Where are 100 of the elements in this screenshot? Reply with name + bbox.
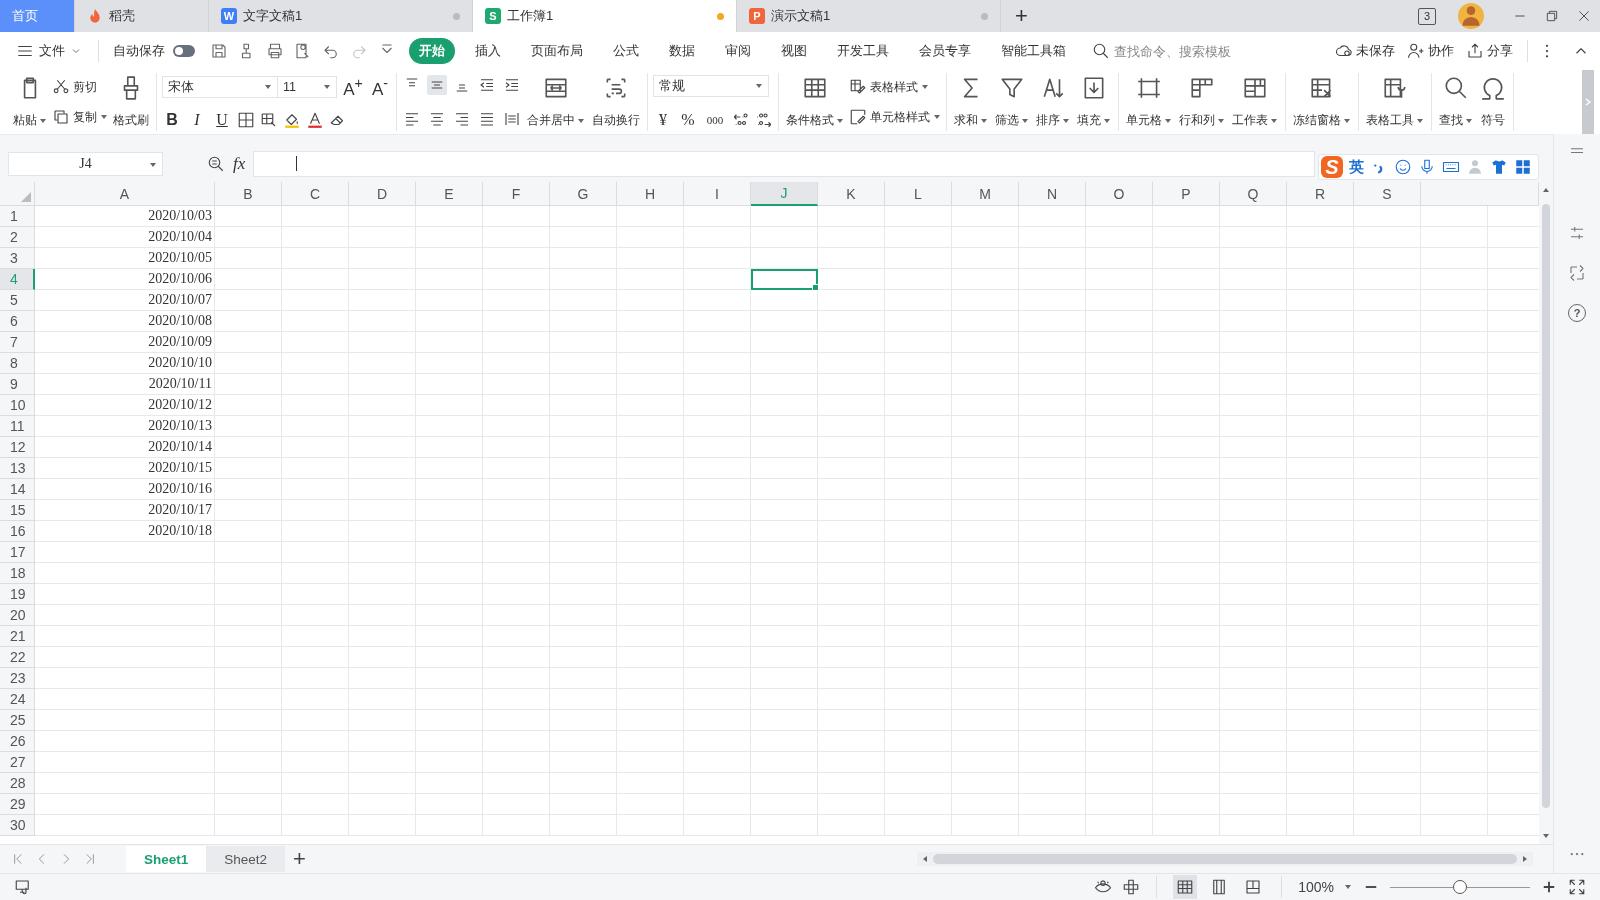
row-header[interactable]: 2 — [0, 227, 35, 248]
cell-style-button[interactable]: 单元格样式 — [849, 105, 941, 129]
fill-color-icon[interactable] — [283, 111, 301, 129]
row-header[interactable]: 24 — [0, 689, 35, 710]
fullscreen-icon[interactable] — [1568, 878, 1586, 896]
conditional-format-button[interactable]: 条件格式 — [784, 75, 846, 129]
document-tab[interactable]: 稻壳 — [75, 0, 209, 32]
row-header[interactable]: 11 — [0, 416, 35, 437]
currency-button[interactable]: ¥ — [653, 111, 673, 129]
row-header[interactable]: 26 — [0, 731, 35, 752]
sheet-tab[interactable]: Sheet2 — [206, 846, 286, 872]
save-icon[interactable] — [210, 42, 228, 60]
row-header[interactable]: 3 — [0, 248, 35, 269]
wrap-text-button[interactable]: 自动换行 — [590, 75, 642, 129]
formula-input-field[interactable] — [253, 150, 1315, 177]
ribbon-button[interactable]: 填充 — [1075, 75, 1113, 129]
smiley-icon[interactable] — [1394, 158, 1412, 176]
row-header[interactable]: 21 — [0, 626, 35, 647]
ribbon-button[interactable]: 排序 — [1034, 75, 1072, 129]
restore-icon[interactable] — [1544, 8, 1560, 24]
scroll-right-icon[interactable] — [1521, 855, 1529, 863]
ribbon-tab[interactable]: 数据 — [659, 38, 705, 64]
ribbon-tab[interactable]: 插入 — [465, 38, 511, 64]
zoom-level[interactable]: 100% — [1298, 879, 1334, 895]
increase-font-button[interactable]: A$^{+}$ — [342, 75, 364, 100]
row-header[interactable]: 6 — [0, 311, 35, 332]
selected-cell[interactable] — [751, 269, 818, 290]
row-header[interactable]: 19 — [0, 584, 35, 605]
close-icon[interactable] — [1576, 8, 1592, 24]
document-tab[interactable]: S 工作簿1 — [473, 0, 737, 32]
crosshair-icon[interactable] — [1122, 878, 1141, 896]
zoom-icon[interactable] — [207, 154, 225, 173]
ribbon-tab[interactable]: 智能工具箱 — [991, 38, 1076, 64]
row-header[interactable]: 28 — [0, 773, 35, 794]
command-search-field[interactable]: 查找命令、搜索模板 — [1092, 42, 1292, 60]
cell-pattern-icon[interactable] — [260, 111, 278, 129]
slider-thumb[interactable] — [1453, 880, 1467, 894]
caret-icon[interactable] — [1344, 883, 1352, 891]
row-header[interactable]: 1 — [0, 206, 35, 227]
row-header[interactable]: 10 — [0, 395, 35, 416]
cut-button[interactable]: 剪切 — [52, 75, 108, 99]
shirt-icon[interactable] — [1490, 158, 1508, 176]
copy-button[interactable]: 复制 — [52, 105, 108, 129]
toolbar-button[interactable]: 未保存 — [1335, 42, 1395, 60]
row-header[interactable]: 9 — [0, 374, 35, 395]
row-header[interactable]: 7 — [0, 332, 35, 353]
percent-button[interactable]: % — [678, 111, 698, 129]
italic-button[interactable]: I — [187, 111, 207, 129]
microphone-icon[interactable] — [1418, 158, 1436, 176]
selection-icon[interactable] — [1568, 264, 1586, 282]
ribbon-tab[interactable]: 开发工具 — [827, 38, 899, 64]
borders-icon[interactable] — [237, 111, 255, 129]
underline-button[interactable]: U — [212, 111, 232, 129]
row-header[interactable]: 23 — [0, 668, 35, 689]
ribbon-button[interactable]: 表格工具 — [1364, 75, 1426, 129]
row-header[interactable]: 27 — [0, 752, 35, 773]
table-style-button[interactable]: 表格样式 — [849, 75, 941, 99]
function-button[interactable]: fx — [233, 153, 246, 174]
ribbon-tab[interactable]: 视图 — [771, 38, 817, 64]
horizontal-scrollbar[interactable] — [917, 852, 1533, 866]
row-header[interactable]: 15 — [0, 500, 35, 521]
ribbon-button[interactable]: 冻结窗格 — [1291, 75, 1353, 129]
format-painter-button[interactable]: 格式刷 — [111, 75, 151, 129]
ribbon-tab[interactable]: 公式 — [603, 38, 649, 64]
macro-icon[interactable] — [14, 878, 32, 896]
scroll-left-icon[interactable] — [921, 855, 929, 863]
decrease-decimal-icon[interactable] — [755, 111, 773, 129]
row-header[interactable]: 18 — [0, 563, 35, 584]
decrease-font-button[interactable]: A$^{-}$ — [369, 75, 391, 100]
row-header[interactable]: 13 — [0, 458, 35, 479]
ribbon-button[interactable]: 符号 — [1478, 75, 1508, 129]
row-header[interactable]: 8 — [0, 353, 35, 374]
ribbon-button[interactable]: 工作表 — [1230, 75, 1280, 129]
thousands-button[interactable]: 000 — [703, 114, 727, 126]
row-header[interactable]: 22 — [0, 647, 35, 668]
scroll-up-icon[interactable] — [1542, 186, 1550, 194]
toolbar-button[interactable]: 协作 — [1407, 42, 1454, 60]
normal-view-icon[interactable] — [1173, 875, 1198, 899]
paste-button[interactable]: 粘贴 — [11, 75, 49, 129]
ribbon-tab[interactable]: 会员专享 — [909, 38, 981, 64]
font-name-field[interactable]: 宋体 — [162, 76, 278, 99]
ribbon-button[interactable]: 筛选 — [993, 75, 1031, 129]
font-color-icon[interactable] — [306, 111, 324, 129]
row-header[interactable]: 30 — [0, 815, 35, 836]
row-header[interactable]: 14 — [0, 479, 35, 500]
document-tab[interactable]: P 演示文稿1 — [737, 0, 1001, 32]
add-sheet-button[interactable]: + — [285, 846, 314, 872]
toolbar-button[interactable]: 分享 — [1466, 42, 1513, 60]
file-menu[interactable]: 文件 — [10, 42, 88, 60]
row-header[interactable]: 5 — [0, 290, 35, 311]
row-header[interactable]: 17 — [0, 542, 35, 563]
new-tab-button[interactable]: + — [1001, 0, 1042, 32]
print-icon[interactable] — [266, 42, 284, 60]
bold-button[interactable]: B — [162, 111, 182, 129]
font-size-field[interactable]: 11 — [277, 76, 337, 99]
ribbon-tab[interactable]: 页面布局 — [521, 38, 593, 64]
grid-icon[interactable] — [1514, 158, 1532, 176]
vertical-scrollbar[interactable] — [1539, 182, 1553, 844]
row-header[interactable]: 25 — [0, 710, 35, 731]
row-header[interactable]: 16 — [0, 521, 35, 542]
